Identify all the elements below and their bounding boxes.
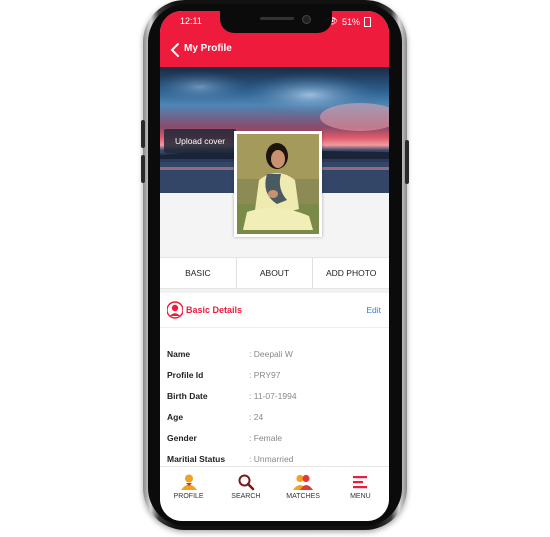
nav-search[interactable]: SEARCH	[217, 467, 274, 521]
profile-icon	[180, 474, 197, 490]
nav-matches[interactable]: MATCHES	[275, 467, 332, 521]
search-icon	[238, 474, 255, 491]
page-title: My Profile	[184, 43, 232, 54]
notch	[220, 11, 332, 33]
nav-label: MATCHES	[286, 493, 320, 500]
menu-icon	[353, 476, 368, 489]
status-right: 👁 51%	[327, 16, 371, 27]
volume-down-button	[141, 155, 145, 183]
profile-tabs: BASIC ABOUT ADD PHOTO	[160, 257, 389, 289]
tab-about[interactable]: ABOUT	[237, 258, 314, 288]
profile-photo-image	[237, 134, 319, 234]
back-arrow-icon[interactable]	[168, 41, 184, 59]
detail-value: : 11-07-1994	[249, 391, 297, 401]
nav-menu[interactable]: MENU	[332, 467, 389, 521]
matches-icon	[293, 474, 314, 490]
nav-label: SEARCH	[231, 493, 261, 500]
detail-row-age: Age : 24	[167, 408, 382, 428]
section-title: Basic Details	[186, 305, 243, 315]
detail-row-profile-id: Profile Id : PRY97	[167, 366, 382, 386]
battery-level: 51%	[341, 16, 360, 27]
detail-value: : Unmarried	[249, 454, 294, 464]
detail-label: Name	[167, 349, 191, 359]
detail-label: Age	[167, 412, 184, 422]
nav-label: PROFILE	[173, 493, 204, 500]
tab-basic[interactable]: BASIC	[160, 258, 237, 288]
volume-up-button	[141, 120, 145, 148]
phone-screen: 12:11 👁 51% My Profile Upload cover BASI…	[160, 11, 389, 521]
detail-value: : Female	[249, 433, 283, 443]
detail-row-gender: Gender : Female	[167, 429, 382, 449]
detail-label: Profile Id	[167, 370, 204, 380]
bottom-navigation: PROFILE SEARCH MATCHES MENU	[160, 466, 389, 521]
speaker-grille	[260, 17, 294, 20]
power-button	[405, 140, 409, 184]
battery-icon	[364, 16, 371, 27]
status-time: 12:11	[180, 16, 202, 26]
detail-value: : 24	[249, 412, 264, 422]
detail-value: : Deepali W	[249, 349, 293, 359]
detail-value: : PRY97	[249, 370, 281, 380]
camera-icon	[302, 15, 311, 24]
nav-label: MENU	[350, 493, 371, 500]
detail-row-birth-date: Birth Date : 11-07-1994	[167, 387, 382, 407]
detail-label: Maritial Status	[167, 454, 226, 464]
detail-label: Birth Date	[167, 391, 208, 401]
basic-details-header: Basic Details Edit	[160, 293, 389, 328]
nav-profile[interactable]: PROFILE	[160, 467, 217, 521]
tab-add-photo[interactable]: ADD PHOTO	[313, 258, 389, 288]
person-icon	[167, 301, 183, 319]
detail-label: Gender	[167, 433, 197, 443]
status-left: 12:11	[180, 16, 202, 26]
app-bar: My Profile	[160, 33, 389, 67]
status-bar: 12:11 👁 51%	[160, 11, 389, 33]
upload-cover-button[interactable]: Upload cover	[164, 129, 236, 153]
edit-link[interactable]: Edit	[366, 305, 381, 315]
detail-row-name: Name : Deepali W	[167, 345, 382, 365]
basic-details-list: Name : Deepali W Profile Id : PRY97 Birt…	[160, 328, 389, 468]
profile-photo[interactable]	[234, 131, 322, 237]
